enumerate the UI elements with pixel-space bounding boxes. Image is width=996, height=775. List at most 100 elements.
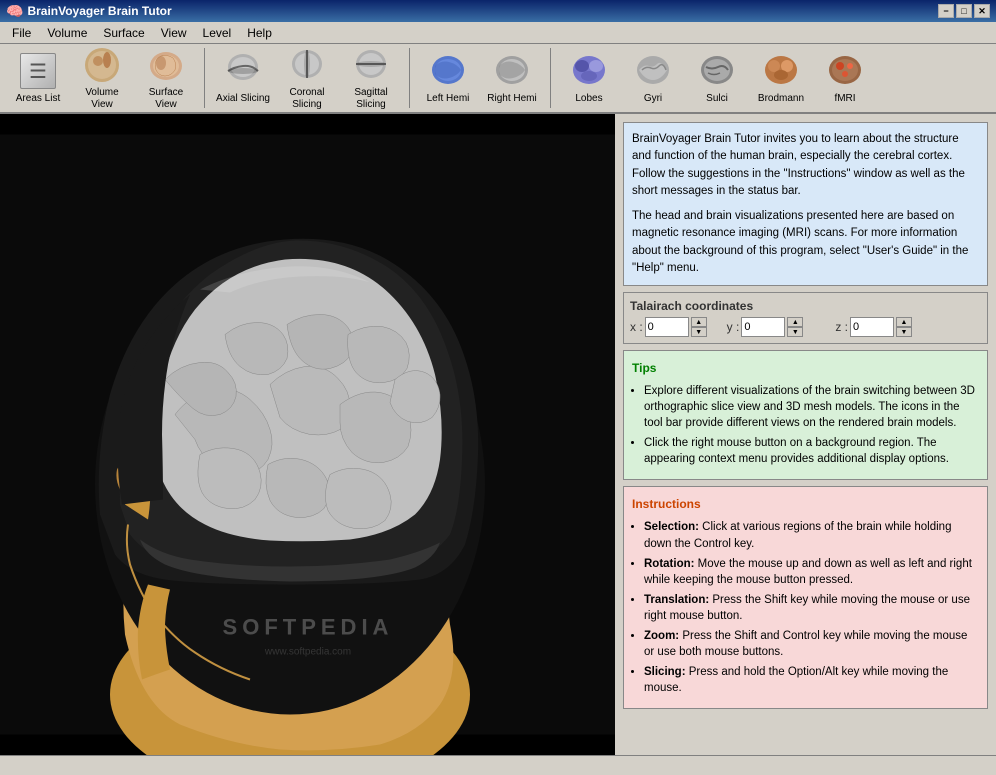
- app-icon: 🧠: [6, 3, 23, 20]
- axial-slicing-label: Axial Slicing: [216, 93, 270, 105]
- x-down[interactable]: ▼: [691, 327, 707, 337]
- description-text-1: BrainVoyager Brain Tutor invites you to …: [632, 131, 979, 200]
- term-zoom: Zoom:: [644, 630, 679, 642]
- toolbar-separator-2: [409, 48, 410, 108]
- brodmann-label: Brodmann: [758, 93, 804, 105]
- toolbar-coronal-slicing[interactable]: Coronal Slicing: [277, 43, 337, 113]
- toolbar: ☰ Areas List Volume View Surface View: [0, 44, 996, 114]
- y-down[interactable]: ▼: [787, 327, 803, 337]
- y-label: y :: [727, 320, 740, 334]
- titlebar-left: 🧠 BrainVoyager Brain Tutor: [6, 3, 172, 20]
- z-up[interactable]: ▲: [896, 317, 912, 327]
- sagittal-slicing-label: Sagittal Slicing: [343, 87, 399, 111]
- toolbar-fmri[interactable]: fMRI: [815, 49, 875, 107]
- x-label: x :: [630, 320, 643, 334]
- instruction-item-4: Zoom: Press the Shift and Control key wh…: [644, 628, 979, 660]
- surface-view-icon: [146, 45, 186, 85]
- x-input[interactable]: 0: [645, 317, 689, 337]
- svg-text:SOFTPEDIA: SOFTPEDIA: [223, 615, 394, 640]
- tips-header: Tips: [632, 359, 979, 377]
- sagittal-slicing-icon: [351, 45, 391, 85]
- menu-level[interactable]: Level: [195, 24, 240, 42]
- left-hemi-label: Left Hemi: [427, 93, 470, 105]
- term-selection: Selection:: [644, 521, 699, 533]
- areas-list-label: Areas List: [16, 93, 60, 105]
- talairach-row: x : 0 ▲ ▼ y : 0 ▲ ▼ z :: [630, 317, 981, 337]
- term-slicing: Slicing:: [644, 666, 686, 678]
- right-panel: BrainVoyager Brain Tutor invites you to …: [615, 114, 996, 755]
- main-content: SOFTPEDIA www.softpedia.com BrainVoyager…: [0, 114, 996, 755]
- z-input[interactable]: 0: [850, 317, 894, 337]
- text-slicing: Press and hold the Option/Alt key while …: [644, 666, 948, 694]
- menubar: File Volume Surface View Level Help: [0, 22, 996, 44]
- y-spinner[interactable]: ▲ ▼: [787, 317, 803, 337]
- z-coord-group: z : 0 ▲ ▼: [835, 317, 912, 337]
- y-up[interactable]: ▲: [787, 317, 803, 327]
- left-hemi-icon: [428, 51, 468, 91]
- toolbar-areas-list[interactable]: ☰ Areas List: [8, 49, 68, 107]
- toolbar-axial-slicing[interactable]: Axial Slicing: [213, 49, 273, 107]
- tips-box: Tips Explore different visualizations of…: [623, 350, 988, 480]
- tip-item-2: Click the right mouse button on a backgr…: [644, 435, 979, 467]
- fmri-label: fMRI: [834, 93, 855, 105]
- gyri-label: Gyri: [644, 93, 662, 105]
- sulci-icon: [697, 51, 737, 91]
- z-spinner[interactable]: ▲ ▼: [896, 317, 912, 337]
- toolbar-surface-view[interactable]: Surface View: [136, 43, 196, 113]
- brodmann-icon: [761, 51, 801, 91]
- tip-item-1: Explore different visualizations of the …: [644, 383, 979, 431]
- instruction-item-5: Slicing: Press and hold the Option/Alt k…: [644, 664, 979, 696]
- z-down[interactable]: ▼: [896, 327, 912, 337]
- menu-help[interactable]: Help: [239, 24, 280, 42]
- maximize-button[interactable]: □: [956, 4, 972, 18]
- instructions-box: Instructions Selection: Click at various…: [623, 486, 988, 709]
- x-coord-group: x : 0 ▲ ▼: [630, 317, 707, 337]
- titlebar-controls: − □ ✕: [938, 4, 990, 18]
- instruction-item-1: Selection: Click at various regions of t…: [644, 519, 979, 551]
- coronal-slicing-label: Coronal Slicing: [279, 87, 335, 111]
- y-input[interactable]: 0: [741, 317, 785, 337]
- x-spinner[interactable]: ▲ ▼: [691, 317, 707, 337]
- gyri-icon: [633, 51, 673, 91]
- statusbar: [0, 755, 996, 775]
- toolbar-volume-view[interactable]: Volume View: [72, 43, 132, 113]
- instructions-header: Instructions: [632, 495, 979, 513]
- term-rotation: Rotation:: [644, 558, 694, 570]
- volume-view-label: Volume View: [74, 87, 130, 111]
- text-rotation: Move the mouse up and down as well as le…: [644, 558, 972, 586]
- z-label: z :: [835, 320, 848, 334]
- menu-file[interactable]: File: [4, 24, 39, 42]
- menu-surface[interactable]: Surface: [95, 24, 152, 42]
- instructions-list: Selection: Click at various regions of t…: [644, 519, 979, 696]
- brain-viewport[interactable]: SOFTPEDIA www.softpedia.com: [0, 114, 615, 755]
- toolbar-separator-3: [550, 48, 551, 108]
- description-box: BrainVoyager Brain Tutor invites you to …: [623, 122, 988, 286]
- instruction-item-3: Translation: Press the Shift key while m…: [644, 592, 979, 624]
- toolbar-right-hemi[interactable]: Right Hemi: [482, 49, 542, 107]
- toolbar-brodmann[interactable]: Brodmann: [751, 49, 811, 107]
- instruction-item-2: Rotation: Move the mouse up and down as …: [644, 556, 979, 588]
- close-button[interactable]: ✕: [974, 4, 990, 18]
- description-text-2: The head and brain visualizations presen…: [632, 208, 979, 277]
- text-zoom: Press the Shift and Control key while mo…: [644, 630, 967, 658]
- lobes-label: Lobes: [575, 93, 602, 105]
- lobes-icon: [569, 51, 609, 91]
- toolbar-sulci[interactable]: Sulci: [687, 49, 747, 107]
- titlebar: 🧠 BrainVoyager Brain Tutor − □ ✕: [0, 0, 996, 22]
- menu-view[interactable]: View: [153, 24, 195, 42]
- toolbar-gyri[interactable]: Gyri: [623, 49, 683, 107]
- volume-view-icon: [82, 45, 122, 85]
- right-hemi-label: Right Hemi: [487, 93, 536, 105]
- areas-list-icon: ☰: [18, 51, 58, 91]
- y-coord-group: y : 0 ▲ ▼: [727, 317, 804, 337]
- toolbar-left-hemi[interactable]: Left Hemi: [418, 49, 478, 107]
- svg-text:www.softpedia.com: www.softpedia.com: [264, 647, 351, 658]
- menu-volume[interactable]: Volume: [39, 24, 95, 42]
- talairach-label: Talairach coordinates: [630, 299, 981, 313]
- minimize-button[interactable]: −: [938, 4, 954, 18]
- term-translation: Translation:: [644, 594, 709, 606]
- toolbar-sagittal-slicing[interactable]: Sagittal Slicing: [341, 43, 401, 113]
- toolbar-lobes[interactable]: Lobes: [559, 49, 619, 107]
- tips-list: Explore different visualizations of the …: [644, 383, 979, 467]
- x-up[interactable]: ▲: [691, 317, 707, 327]
